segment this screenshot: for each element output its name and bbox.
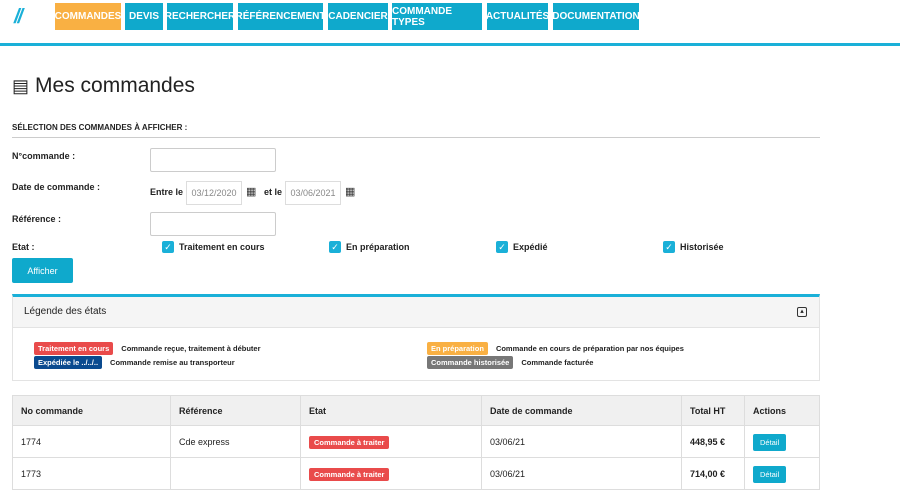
date-to-input[interactable]: 03/06/2021	[285, 181, 341, 205]
header-divider	[0, 43, 900, 46]
col-total: Total HT	[681, 395, 745, 426]
nav-rechercher[interactable]: RECHERCHER	[165, 3, 235, 30]
checkbox-label: En préparation	[346, 242, 410, 252]
nav-referencement[interactable]: RÉFÉRENCEMENT	[236, 3, 326, 30]
legend-badge: En préparation	[427, 342, 488, 355]
and-label: et le	[264, 187, 283, 197]
status-badge: Commande à traiter	[309, 435, 390, 449]
col-date: Date de commande	[481, 395, 682, 426]
section-title: SÉLECTION DES COMMANDES À AFFICHER :	[12, 123, 188, 132]
etat-label: Etat :	[12, 242, 35, 252]
legend-panel: Légende des états ▴ Traitement en cours C…	[12, 294, 820, 381]
detail-button[interactable]: Détail	[753, 465, 787, 483]
col-etat: Etat	[300, 395, 482, 426]
cell-ref: Cde express	[170, 425, 301, 458]
legend-badge: Traitement en cours	[34, 342, 114, 355]
afficher-button[interactable]: Afficher	[12, 258, 73, 283]
date-from-input[interactable]: 03/12/2020	[186, 181, 242, 205]
status-badge: Commande à traiter	[309, 467, 390, 481]
cell-actions: Détail	[744, 457, 820, 490]
num-label: N°commande :	[12, 151, 76, 161]
checkbox-expedie[interactable]: ✓	[496, 241, 508, 253]
nav-devis[interactable]: DEVIS	[125, 3, 163, 30]
list-icon: ▤	[12, 75, 30, 96]
cell-ref	[170, 457, 301, 490]
cell-date: 03/06/21	[481, 425, 682, 458]
legend-badge: Commande historisée	[427, 356, 514, 369]
nav-actualites[interactable]: ACTUALITÉS	[486, 3, 549, 30]
table-header: No commande Référence Etat Date de comma…	[12, 395, 820, 426]
cell-etat: Commande à traiter	[300, 457, 482, 490]
logo[interactable]: //	[14, 6, 23, 29]
date-label: Date de commande :	[12, 182, 101, 192]
legend-header: Légende des états	[13, 297, 819, 328]
nav-commande-types[interactable]: COMMANDE TYPES	[392, 3, 482, 30]
legend-badge: Expédiée le ../../..	[34, 356, 103, 369]
nav-commandes[interactable]: COMMANDES	[55, 3, 121, 30]
page-title: ▤ Mes commandes	[12, 74, 195, 97]
table-row: 1774 Cde express Commande à traiter 03/0…	[12, 425, 820, 458]
checkbox-label: Historisée	[680, 242, 724, 252]
checkbox-label: Traitement en cours	[179, 242, 265, 252]
legend-text: Commande en cours de préparation par nos…	[495, 344, 684, 353]
ref-label: Référence :	[12, 214, 62, 224]
checkbox-label: Expédié	[513, 242, 548, 252]
collapse-icon[interactable]: ▴	[797, 307, 807, 317]
checkbox-historisee[interactable]: ✓	[663, 241, 675, 253]
cell-etat: Commande à traiter	[300, 425, 482, 458]
table-row: 1773 Commande à traiter 03/06/21 714,00 …	[12, 457, 820, 490]
detail-button[interactable]: Détail	[753, 433, 787, 451]
cell-num: 1773	[12, 457, 171, 490]
col-ref: Référence	[170, 395, 301, 426]
cell-total: 448,95 €	[681, 425, 745, 458]
col-num: No commande	[12, 395, 171, 426]
num-commande-input[interactable]	[150, 148, 276, 172]
nav-documentation[interactable]: DOCUMENTATION	[552, 3, 640, 30]
cell-total: 714,00 €	[681, 457, 745, 490]
checkbox-preparation[interactable]: ✓	[329, 241, 341, 253]
nav-cadencier[interactable]: CADENCIER	[328, 3, 388, 30]
orders-table: No commande Référence Etat Date de comma…	[12, 395, 820, 490]
legend-text: Commande facturée	[521, 358, 594, 367]
calendar-icon[interactable]: ▦	[246, 185, 256, 198]
divider	[12, 137, 820, 138]
cell-num: 1774	[12, 425, 171, 458]
between-label: Entre le	[150, 187, 184, 197]
reference-input[interactable]	[150, 212, 276, 236]
cell-date: 03/06/21	[481, 457, 682, 490]
col-actions: Actions	[744, 395, 820, 426]
legend-text: Commande reçue, traitement à débuter	[121, 344, 261, 353]
checkbox-traitement[interactable]: ✓	[162, 241, 174, 253]
cell-actions: Détail	[744, 425, 820, 458]
legend-text: Commande remise au transporteur	[110, 358, 235, 367]
calendar-icon[interactable]: ▦	[345, 185, 355, 198]
